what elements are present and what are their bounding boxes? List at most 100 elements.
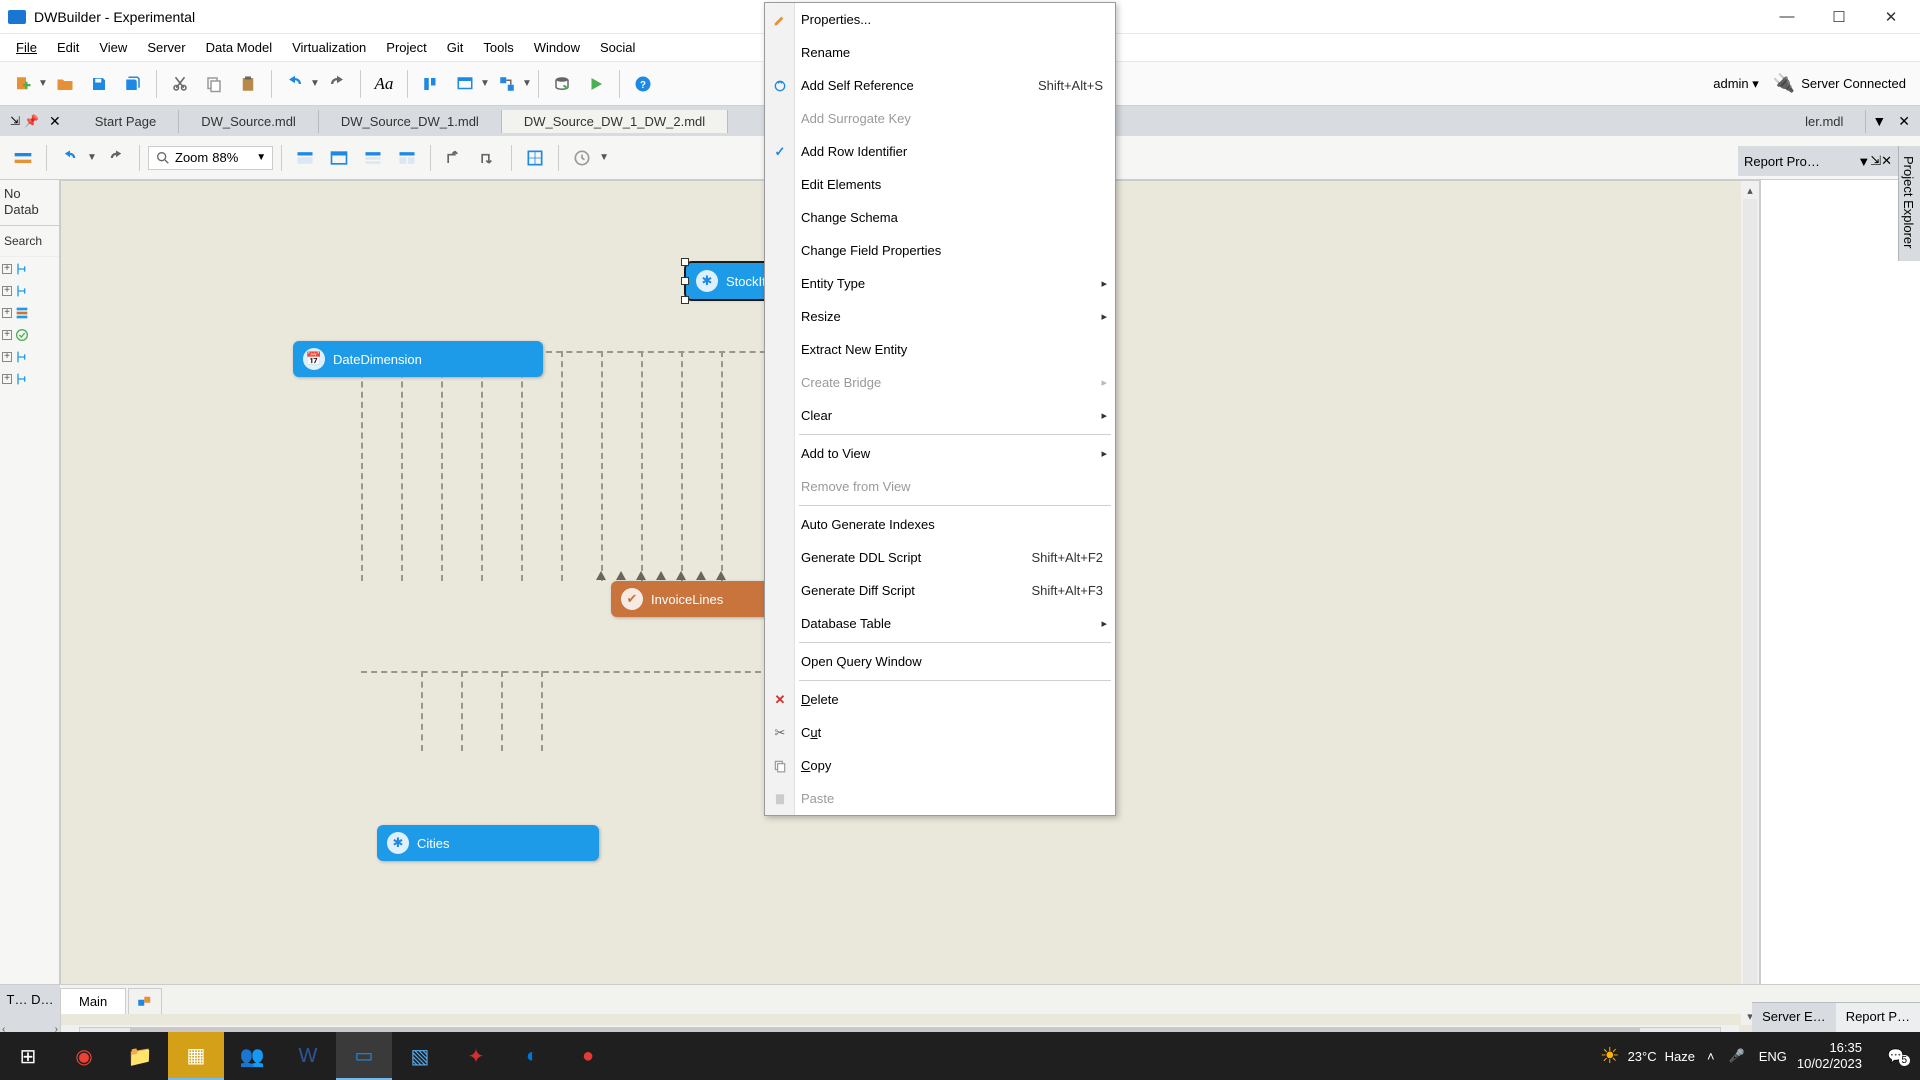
taskbar-edge[interactable]: ◐ — [504, 1032, 560, 1080]
ctx-change-field-properties[interactable]: Change Field Properties — [765, 234, 1115, 267]
taskbar-recorder[interactable]: ● — [560, 1032, 616, 1080]
redo-diagram-button[interactable] — [101, 143, 131, 173]
right-panel-dropdown[interactable]: ▼ — [1857, 154, 1870, 169]
ctx-copy[interactable]: Copy — [765, 749, 1115, 782]
menu-project[interactable]: Project — [376, 36, 436, 59]
ctx-generate-diff-script[interactable]: Generate Diff ScriptShift+Alt+F3 — [765, 574, 1115, 607]
bottom-left-tab[interactable]: T… D… — [0, 984, 60, 1014]
undo-dropdown[interactable]: ▼ — [310, 78, 320, 89]
pin-pushpin-icon[interactable]: 📌 — [24, 114, 39, 128]
menu-server[interactable]: Server — [137, 36, 195, 59]
taskbar-clock[interactable]: 16:35 10/02/2023 — [1797, 1040, 1862, 1071]
view-mode-2-button[interactable] — [324, 143, 354, 173]
undo-diagram-dropdown[interactable]: ▼ — [87, 152, 97, 163]
right-panel-pin[interactable]: ⇲ — [1870, 153, 1881, 169]
tree-item[interactable]: + — [2, 261, 57, 277]
sidebar-search[interactable]: Search — [0, 226, 59, 257]
tree-item[interactable]: + — [2, 305, 57, 321]
ctx-change-schema[interactable]: Change Schema — [765, 201, 1115, 234]
undo-diagram-button[interactable] — [55, 143, 85, 173]
notification-button[interactable]: 💬5 — [1872, 1032, 1920, 1080]
redo-button[interactable] — [322, 69, 352, 99]
ctx-entity-type[interactable]: Entity Type▸ — [765, 267, 1115, 300]
ctx-database-table[interactable]: Database Table▸ — [765, 607, 1115, 640]
view-mode-4-button[interactable] — [392, 143, 422, 173]
tab-dw-source-2[interactable]: DW_Source_DW_1_DW_2.mdl — [502, 110, 728, 133]
ctx-generate-ddl-script[interactable]: Generate DDL ScriptShift+Alt+F2 — [765, 541, 1115, 574]
entity-cities[interactable]: ✱ Cities — [377, 825, 599, 861]
menu-git[interactable]: Git — [437, 36, 474, 59]
status-tab-server[interactable]: Server E… — [1752, 1003, 1836, 1032]
tray-lang[interactable]: ENG — [1759, 1049, 1787, 1064]
taskbar-photos[interactable]: ▧ — [392, 1032, 448, 1080]
view-tab-main[interactable]: Main — [60, 988, 126, 1014]
menu-data-model[interactable]: Data Model — [196, 36, 282, 59]
user-dropdown[interactable]: admin ▾ — [1713, 76, 1759, 92]
menu-edit[interactable]: Edit — [47, 36, 89, 59]
taskbar-app2[interactable]: ✦ — [448, 1032, 504, 1080]
zoom-control[interactable]: Zoom 88% ▼ — [148, 146, 273, 170]
ctx-properties-[interactable]: Properties... — [765, 3, 1115, 36]
ctx-auto-generate-indexes[interactable]: Auto Generate Indexes — [765, 508, 1115, 541]
font-button[interactable]: Aa — [369, 69, 399, 99]
tree-item[interactable]: + — [2, 283, 57, 299]
ctx-open-query-window[interactable]: Open Query Window — [765, 645, 1115, 678]
ctx-add-row-identifier[interactable]: ✓Add Row Identifier — [765, 135, 1115, 168]
ctx-clear[interactable]: Clear▸ — [765, 399, 1115, 432]
menu-file[interactable]: File — [6, 36, 47, 59]
taskbar-word[interactable]: W — [280, 1032, 336, 1080]
pin-icon[interactable]: ⇲ — [10, 114, 20, 128]
ctx-rename[interactable]: Rename — [765, 36, 1115, 69]
taskbar-explorer[interactable]: 📁 — [112, 1032, 168, 1080]
layout-button[interactable] — [450, 69, 480, 99]
deploy-button[interactable] — [547, 69, 577, 99]
tab-start-page[interactable]: Start Page — [73, 110, 179, 133]
ctx-edit-elements[interactable]: Edit Elements — [765, 168, 1115, 201]
menu-tools[interactable]: Tools — [473, 36, 523, 59]
ctx-delete[interactable]: ✕Delete — [765, 683, 1115, 716]
taskbar-chrome[interactable]: ◉ — [56, 1032, 112, 1080]
new-button[interactable] — [8, 69, 38, 99]
layout-orthogonal-button[interactable] — [8, 143, 38, 173]
tray-chevron-icon[interactable]: ˄ — [1707, 1049, 1715, 1064]
toggle-grid-button[interactable] — [520, 143, 550, 173]
taskbar-dwbuilder[interactable]: ▭ — [336, 1032, 392, 1080]
menu-virtualization[interactable]: Virtualization — [282, 36, 376, 59]
ctx-add-self-reference[interactable]: Add Self ReferenceShift+Alt+S — [765, 69, 1115, 102]
menu-social[interactable]: Social — [590, 36, 645, 59]
new-dropdown[interactable]: ▼ — [38, 78, 48, 89]
run-button[interactable] — [581, 69, 611, 99]
route-2-button[interactable] — [473, 143, 503, 173]
ctx-extract-new-entity[interactable]: Extract New Entity — [765, 333, 1115, 366]
entity-datedimension[interactable]: 📅 DateDimension — [293, 341, 543, 377]
view-add-tab[interactable] — [128, 988, 162, 1014]
tab-close-left[interactable]: ✕ — [43, 113, 67, 130]
grid-button[interactable] — [492, 69, 522, 99]
open-button[interactable] — [50, 69, 80, 99]
ctx-cut[interactable]: ✂Cut — [765, 716, 1115, 749]
tray-mic-icon[interactable]: 🎤 — [1729, 1048, 1745, 1064]
start-button[interactable]: ⊞ — [0, 1032, 56, 1080]
cut-button[interactable] — [165, 69, 195, 99]
view-mode-3-button[interactable] — [358, 143, 388, 173]
vertical-scrollbar[interactable]: ▴▾ — [1741, 181, 1759, 1025]
save-all-button[interactable] — [118, 69, 148, 99]
right-panel-close[interactable]: ✕ — [1881, 153, 1892, 169]
layout-dropdown[interactable]: ▼ — [480, 78, 490, 89]
view-mode-1-button[interactable] — [290, 143, 320, 173]
tab-close-active[interactable]: ✕ — [1892, 113, 1916, 130]
save-button[interactable] — [84, 69, 114, 99]
route-1-button[interactable] — [439, 143, 469, 173]
project-explorer-tab[interactable]: Project Explorer — [1898, 146, 1920, 261]
taskbar-teams[interactable]: 👥 — [224, 1032, 280, 1080]
history-dropdown[interactable]: ▼ — [599, 152, 609, 163]
copy-button[interactable] — [199, 69, 229, 99]
tab-dw-source[interactable]: DW_Source.mdl — [179, 110, 319, 133]
undo-button[interactable] — [280, 69, 310, 99]
minimize-button[interactable]: — — [1772, 7, 1802, 27]
tab-overflow[interactable]: ler.mdl — [1783, 110, 1866, 133]
taskbar-weather[interactable]: ☀ 23°C Haze — [1600, 1043, 1695, 1069]
zoom-dropdown-icon[interactable]: ▼ — [256, 152, 266, 163]
taskbar-sticky[interactable]: ▦ — [168, 1032, 224, 1080]
tab-list-dropdown[interactable]: ▼ — [1866, 113, 1892, 129]
